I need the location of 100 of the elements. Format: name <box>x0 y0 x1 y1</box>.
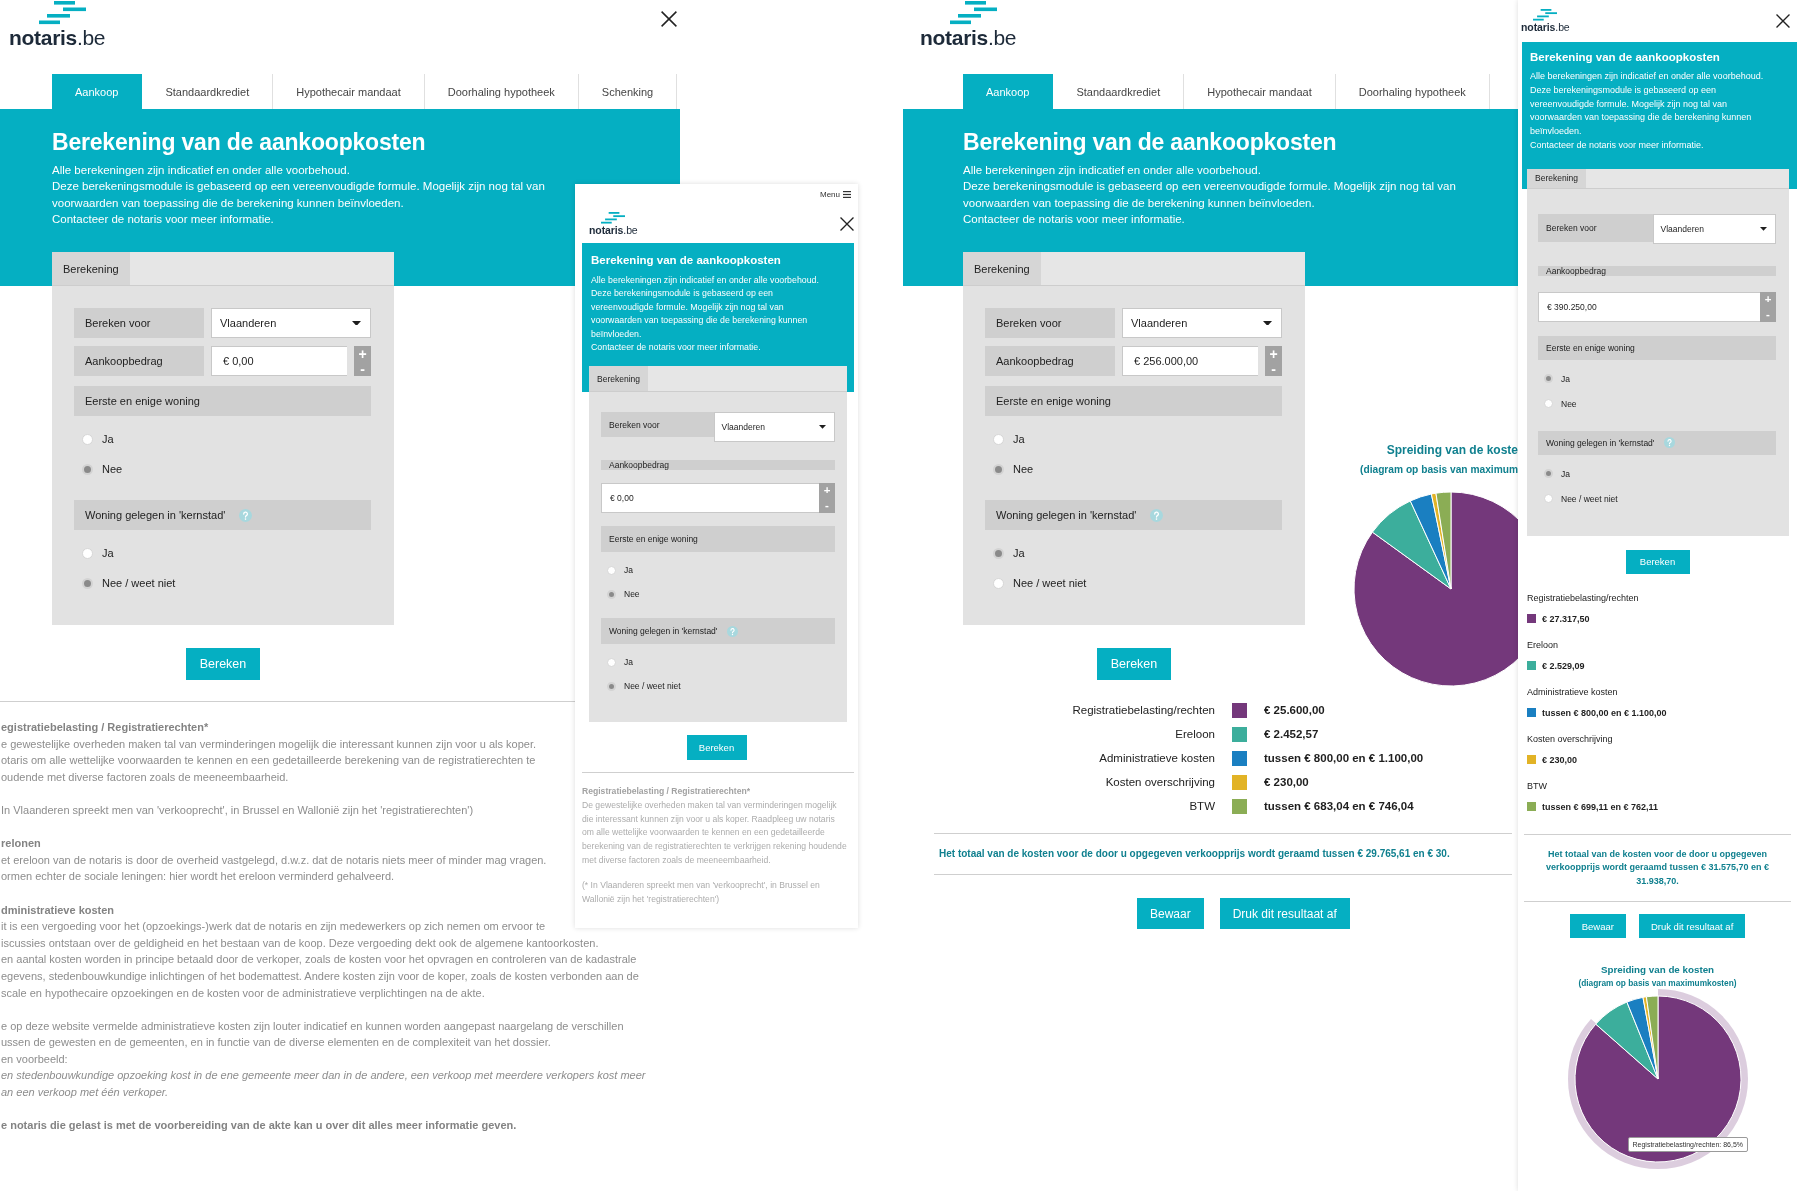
question-label: Eerste en enige woning <box>996 395 1111 407</box>
intro-text: Contacteer de notaris voor meer informatie. <box>963 212 1186 228</box>
region-select[interactable]: Vlaanderen <box>1652 213 1776 244</box>
card-tab[interactable]: Berekening <box>589 366 648 392</box>
radio-label[interactable]: Ja <box>624 565 633 576</box>
cost-value: € 2.452,57 <box>1264 727 1320 742</box>
radio-label[interactable]: Nee <box>624 589 640 600</box>
radio-button[interactable] <box>82 463 93 475</box>
intro-text: Deze berekeningsmodule is gebaseerd op een vereenvoudigde formule. Mogelijk zijn nog tal van voorwaarden van toepassing die de berekening kunnen beïnvloeden. <box>963 179 1457 211</box>
amount-input[interactable]: € 390.250,00 <box>1538 291 1760 322</box>
radio-label[interactable]: Ja <box>102 433 114 445</box>
close-icon[interactable] <box>1776 14 1790 28</box>
logo-wordmark[interactable]: notaris.be <box>9 27 106 48</box>
close-icon[interactable] <box>661 11 677 27</box>
radio-label[interactable]: Ja <box>1561 373 1570 384</box>
field-label: Aankoopbedrag <box>74 346 204 376</box>
help-icon[interactable] <box>1150 508 1164 522</box>
radio-label[interactable]: Ja <box>624 657 633 668</box>
radio-button[interactable] <box>1544 374 1553 384</box>
cost-label: Administratieve kosten <box>1099 751 1215 766</box>
info-paragraph: De gewestelijke overheden maken tal van verminderingen mogelijk die interessant kunnen zijn voor u als koper. Raadpleeg uw notaris om alle wettelijke voorwaarden te kennen en een gedetailleerde berekening van de registratierechten te verkrijgen rekening houdende met diverse factoren zoals de meeneembaarheid. <box>582 798 848 867</box>
info-heading: dministratieve kosten <box>1 902 115 918</box>
radio-label[interactable]: Ja <box>1561 468 1570 479</box>
bars-logo-icon[interactable] <box>601 211 625 224</box>
radio-button[interactable] <box>607 589 616 599</box>
question-label: Woning gelegen in 'kernstad' <box>1546 437 1655 448</box>
radio-label[interactable]: Nee / weet niet <box>624 681 681 692</box>
question-label: Eerste en enige woning <box>609 534 698 545</box>
help-icon[interactable] <box>1664 437 1676 449</box>
cost-value: tussen € 683,04 en € 746,04 <box>1264 799 1415 814</box>
intro-text: Alle berekeningen zijn indicatief en onder alle voorbehoud. <box>52 163 351 178</box>
radio-button[interactable] <box>993 547 1004 559</box>
radio-button[interactable] <box>607 565 616 575</box>
radio-label[interactable]: Nee / weet niet <box>102 577 176 589</box>
logo-wordmark[interactable]: notaris.be <box>589 224 638 236</box>
cost-label: Administratieve kosten <box>1527 685 1618 699</box>
bars-logo-icon[interactable] <box>39 1 86 25</box>
radio-label[interactable]: Nee <box>1561 398 1577 409</box>
region-select[interactable]: Vlaanderen <box>211 308 371 338</box>
radio-button[interactable] <box>607 657 616 667</box>
radio-label[interactable]: Nee / weet niet <box>1561 493 1618 504</box>
radio-button[interactable] <box>1544 494 1553 504</box>
radio-button[interactable] <box>993 463 1004 475</box>
info-paragraph: e op deze website vermelde administratieve kosten zijn louter indicatief en kunnen worden aangepast naargelang de verschillen ussen de gewesten en de gemeenten, en in functie van de diverse elementen en de complexiteit van het dossier. en voorbeeld: en stedenbouwkundige opzoeking kost in de ene gemeente meer dan in de andere, een verkoop met meerdere verkopers kost meer an een verkoop met één verkoper. <box>1 1018 646 1101</box>
intro-text: Alle berekeningen zijn indicatief en onder alle voorbehoud. <box>963 163 1262 178</box>
cost-label: Ereloon <box>1527 638 1559 652</box>
cost-label: Kosten overschrijving <box>1105 775 1215 790</box>
intro-text: Deze berekeningsmodule is gebaseerd op een vereenvoudigde formule. Mogelijk zijn nog tal van voorwaarden van toepassing die de berekening kunnen beïnvloeden. <box>591 287 809 341</box>
chart-subtitle: (diagram op basis van maximum <box>1360 463 1518 477</box>
radio-button[interactable] <box>82 577 93 589</box>
cost-value: € 2.529,09 <box>1542 659 1585 673</box>
info-heading: egistratiebelasting / Registratierechten* <box>1 720 209 735</box>
field-label: Bereken voor <box>74 308 204 338</box>
radio-button[interactable] <box>993 577 1004 589</box>
radio-button[interactable] <box>82 547 93 559</box>
amount-input[interactable]: € 256.000,00 <box>1122 346 1258 376</box>
cost-label: Registratiebelasting/rechten <box>1527 591 1639 605</box>
bars-logo-icon[interactable] <box>950 1 997 25</box>
radio-label[interactable]: Nee <box>102 463 123 475</box>
card-tab[interactable]: Berekening <box>52 252 130 285</box>
field-label: Bereken voor <box>985 308 1115 338</box>
help-icon[interactable] <box>727 625 739 637</box>
bars-logo-icon[interactable] <box>1533 9 1557 22</box>
total-estimate: Het totaal van de kosten voor de door u opgegeven verkoopprijs wordt geraamd tussen € 29.765,61 en € 30. <box>938 847 1450 861</box>
radio-label[interactable]: Nee / weet niet <box>1013 577 1087 589</box>
info-paragraph: e gewestelijke overheden maken tal van verminderingen mogelijk die interessant kunnen zijn voor u als koper. otaris om alle wettelijke voorwaarden te kennen en een gedetailleerde berekening van de registratierechten te oudende met diverse factoren zoals de meeneembaarheid. <box>1 736 537 785</box>
logo-wordmark[interactable]: notaris.be <box>920 27 1017 48</box>
radio-button[interactable] <box>82 433 93 445</box>
field-label: Aankoopbedrag <box>1538 265 1776 276</box>
card-tab[interactable]: Berekening <box>963 252 1041 285</box>
radio-button[interactable] <box>1544 399 1553 409</box>
cost-label: BTW <box>1189 799 1215 814</box>
close-icon[interactable] <box>840 216 854 231</box>
pie-slice <box>1645 995 1658 1080</box>
region-select[interactable]: Vlaanderen <box>713 412 835 443</box>
radio-label[interactable]: Ja <box>1013 547 1025 559</box>
radio-button[interactable] <box>1544 469 1553 479</box>
info-paragraph: et ereloon van de notaris is door de overheid vastgelegd, d.w.z. dat de notaris niets meer of minder mag vragen. ormen echter de sociale leningen: hier wordt het ereloon verminderd gehalveerd. <box>1 852 547 885</box>
amount-input[interactable]: € 0,00 <box>601 483 819 514</box>
total-estimate: Het totaal van de kosten voor de door u opgegeven verkoopprijs wordt geraamd tussen € 31.575,70 en € 31.938,70. <box>1544 847 1771 888</box>
logo-wordmark[interactable]: notaris.be <box>1521 22 1570 33</box>
amount-input[interactable]: € 0,00 <box>211 346 347 376</box>
radio-label[interactable]: Ja <box>102 547 114 559</box>
cost-value: tussen € 800,00 en € 1.100,00 <box>1542 706 1667 720</box>
cost-label: Ereloon <box>1175 727 1215 742</box>
radio-button[interactable] <box>993 433 1004 445</box>
pie-slice <box>1625 997 1658 1080</box>
cost-value: € 230,00 <box>1542 753 1578 767</box>
chart-title: Spreiding van de koste <box>1386 442 1518 458</box>
radio-label[interactable]: Ja <box>1013 433 1025 445</box>
closing-note: e notaris die gelast is met de voorbereiding van de akte kan u over dit alles meer informatie geven. <box>1 1118 517 1134</box>
caret-icon <box>819 425 826 429</box>
region-select[interactable]: Vlaanderen <box>1122 308 1282 338</box>
radio-button[interactable] <box>607 681 616 691</box>
radio-label[interactable]: Nee <box>1013 463 1034 475</box>
caret-icon <box>352 320 361 326</box>
chart-subtitle: (diagram op basis van maximumkosten) <box>1578 977 1737 990</box>
question-label: Eerste en enige woning <box>1546 342 1635 353</box>
menu-button[interactable]: Menu <box>820 189 851 199</box>
help-icon[interactable] <box>239 508 253 522</box>
